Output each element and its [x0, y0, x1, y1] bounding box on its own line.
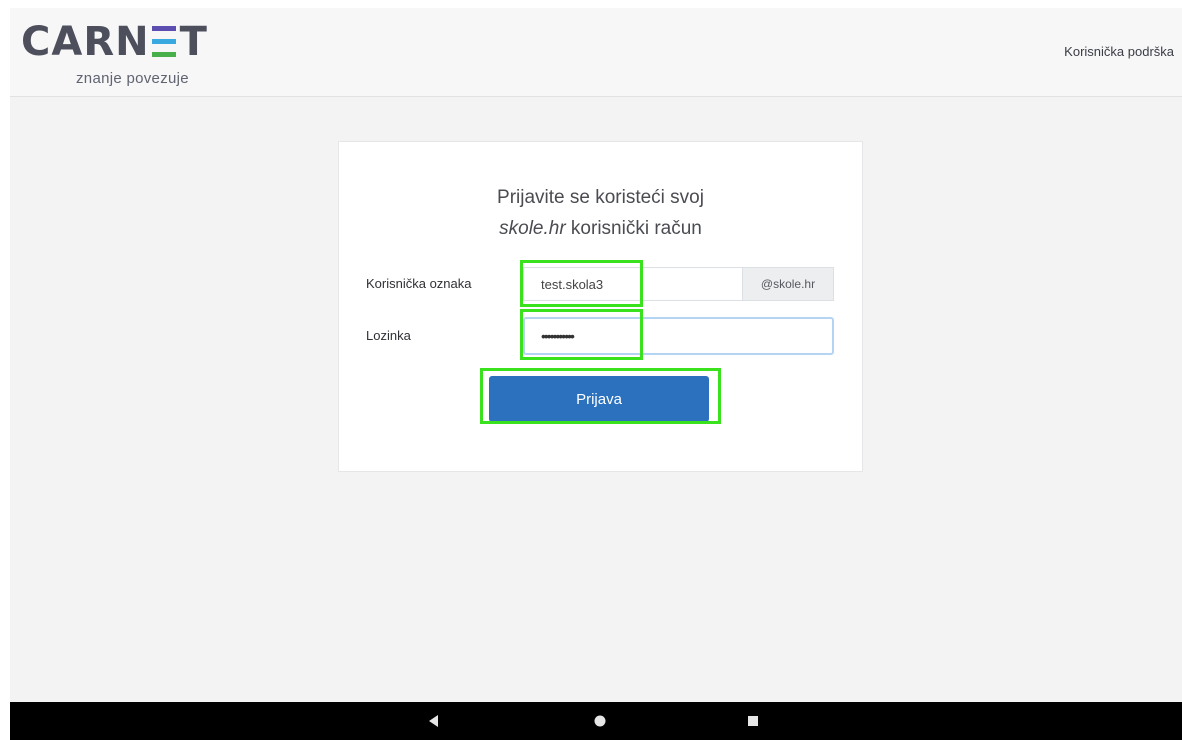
password-input[interactable] — [523, 317, 834, 355]
login-title: Prijavite se koristeći svoj skole.hr kor… — [339, 182, 862, 244]
home-icon[interactable] — [580, 702, 620, 740]
android-navbar — [10, 702, 1182, 740]
login-button[interactable]: Prijava — [489, 376, 709, 422]
back-icon[interactable] — [414, 702, 454, 740]
username-input[interactable] — [523, 267, 742, 301]
header: CARN T znanje povezuje Korisnička podrška — [10, 8, 1182, 97]
recents-icon[interactable] — [733, 702, 773, 740]
logo-wordmark: CARN T — [21, 20, 208, 64]
app-screen: CARN T znanje povezuje Korisnička podrška… — [10, 8, 1182, 702]
login-title-line2: skole.hr korisnički račun — [339, 213, 862, 244]
logo-e-bars — [151, 26, 176, 57]
domain-suffix: @skole.hr — [742, 267, 834, 301]
logo-text-right: T — [179, 19, 208, 65]
login-title-line1: Prijavite se koristeći svoj — [497, 187, 704, 208]
username-label: Korisnička oznaka — [366, 276, 472, 291]
login-card: Prijavite se koristeći svoj skole.hr kor… — [338, 141, 863, 472]
login-title-domain: skole.hr — [499, 218, 566, 239]
carnet-logo: CARN T znanje povezuje — [21, 20, 221, 92]
password-label: Lozinka — [366, 328, 411, 343]
logo-tagline: znanje povezuje — [76, 70, 189, 87]
support-link[interactable]: Korisnička podrška — [1064, 44, 1174, 59]
logo-text-left: CARN — [21, 19, 150, 65]
login-title-rest: korisnički račun — [565, 218, 702, 239]
